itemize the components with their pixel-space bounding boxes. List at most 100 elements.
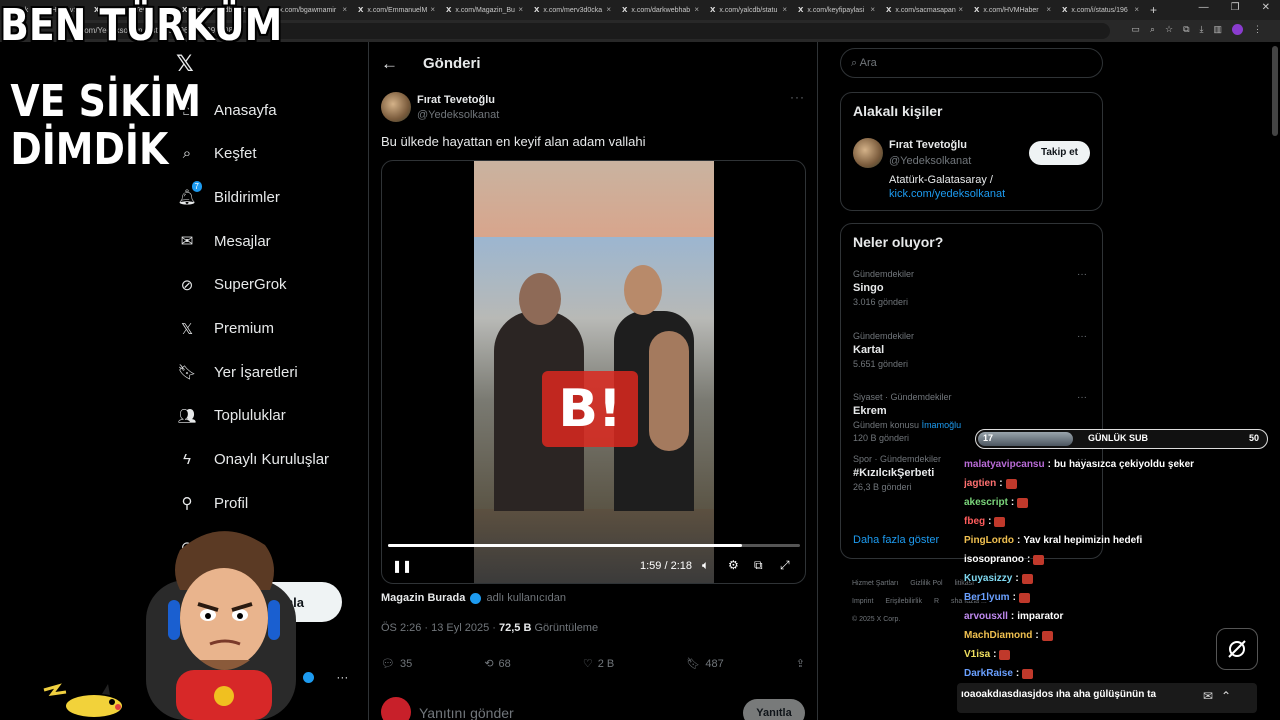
- browser-tab[interactable]: Xx.com/keyfipaylasi ×: [792, 0, 880, 20]
- chat-username[interactable]: fbeg: [964, 516, 985, 527]
- compose-message-icon[interactable]: ✉: [1203, 689, 1213, 703]
- chat-username[interactable]: Ber1lyum: [964, 592, 1010, 603]
- account-more-icon[interactable]: ···: [336, 670, 348, 684]
- like-action[interactable]: ♡ 2 B: [583, 657, 614, 671]
- reply-action[interactable]: 💬︎ 35: [381, 657, 412, 671]
- browser-tab[interactable]: Xx.com/EmmanuelM ×: [352, 0, 440, 20]
- sidebar-item-4[interactable]: ⊘ SuperGrok: [176, 270, 287, 300]
- author-avatar[interactable]: [381, 92, 411, 122]
- tab-close-icon[interactable]: ×: [430, 5, 435, 14]
- volume-icon[interactable]: 🔈︎: [702, 558, 709, 573]
- chat-username[interactable]: PingLordo: [964, 535, 1014, 546]
- browser-tab[interactable]: Xx.com/merv3d0cka ×: [528, 0, 616, 20]
- tab-close-icon[interactable]: ×: [782, 5, 787, 14]
- back-arrow-icon[interactable]: ←: [381, 54, 398, 74]
- tab-close-icon[interactable]: ×: [518, 5, 523, 14]
- bookmark-action[interactable]: 🔖︎ 487: [686, 657, 723, 671]
- chat-username[interactable]: DarkRaise: [964, 668, 1013, 679]
- related-handle[interactable]: @Yedeksolkanat: [889, 155, 971, 167]
- show-more-link[interactable]: Daha fazla göster: [853, 534, 939, 546]
- share-icon[interactable]: ⇪: [796, 657, 805, 670]
- source-name[interactable]: Magazin Burada: [381, 592, 465, 604]
- tab-close-icon[interactable]: ×: [870, 5, 875, 14]
- chat-username[interactable]: Kuyasizzy: [964, 573, 1012, 584]
- browser-tab[interactable]: Xx.com/sacmasapan ×: [880, 0, 968, 20]
- trend-more-icon[interactable]: ···: [1077, 331, 1087, 342]
- chat-username[interactable]: malatyavipcansu: [964, 459, 1045, 470]
- footer-link[interactable]: © 2025 X Corp.: [852, 616, 900, 623]
- tab-close-icon[interactable]: ×: [958, 5, 963, 14]
- browser-profile-avatar[interactable]: [1232, 24, 1243, 35]
- chat-username[interactable]: arvousxll: [964, 611, 1008, 622]
- tab-close-icon[interactable]: ×: [606, 5, 611, 14]
- footer-link[interactable]: Imprint: [852, 598, 873, 605]
- close-window-icon[interactable]: ✕: [1262, 2, 1270, 13]
- author-handle[interactable]: @Yedeksolkanat: [417, 109, 499, 121]
- repost-action[interactable]: ⟲ 68: [484, 657, 510, 671]
- star-icon[interactable]: ☆: [1165, 24, 1173, 35]
- browser-tab[interactable]: Xx.com/i/status/196 ×: [1056, 0, 1144, 20]
- tab-close-icon[interactable]: ×: [1134, 5, 1139, 14]
- browser-tab[interactable]: Xx.com/darkwebhab ×: [616, 0, 704, 20]
- author-name[interactable]: Fırat Tevetoğlu: [417, 94, 495, 106]
- grok-fab-icon[interactable]: [1216, 628, 1258, 670]
- minimize-icon[interactable]: —: [1199, 2, 1209, 13]
- sidebar-icon[interactable]: ▥: [1213, 24, 1222, 35]
- footer-link[interactable]: R: [934, 598, 939, 605]
- sidebar-item-6[interactable]: 🔖︎ Yer İşaretleri: [176, 357, 297, 387]
- post-more-icon[interactable]: ···: [790, 90, 805, 104]
- related-name[interactable]: Fırat Tevetoğlu: [889, 139, 967, 151]
- trend-topic-link[interactable]: İmamoğlu: [922, 420, 962, 430]
- tab-close-icon[interactable]: ×: [342, 5, 347, 14]
- new-tab-icon[interactable]: +: [1150, 3, 1157, 17]
- video-progress-bar[interactable]: [388, 544, 800, 547]
- related-bio-link[interactable]: kick.com/yedeksolkanat: [889, 187, 1005, 201]
- sidebar-item-3[interactable]: ✉ Mesajlar: [176, 226, 271, 256]
- cast-icon[interactable]: ▭: [1131, 24, 1140, 35]
- footer-link[interactable]: Hizmet Şartları: [852, 580, 898, 587]
- expand-up-icon[interactable]: ⌃: [1221, 689, 1231, 703]
- footer-link[interactable]: Erişilebilirlik: [885, 598, 922, 605]
- footer-link[interactable]: Gizlilik Pol: [910, 580, 942, 587]
- fullscreen-icon[interactable]: ⤢: [780, 558, 790, 573]
- browser-tab[interactable]: Xx.com/yalcdb/statu ×: [704, 0, 792, 20]
- chat-input[interactable]: ıoaoakdıasdıasjdos ıha aha gülüşünün ta …: [957, 683, 1257, 713]
- video-frame[interactable]: B!: [474, 161, 714, 583]
- chat-username[interactable]: V1isa: [964, 649, 990, 660]
- video-player[interactable]: B! ❚❚ 1:59 / 2:18 🔈︎ ⚙ ⧉ ⤢: [381, 160, 806, 584]
- post-timestamp[interactable]: ÖS 2:26 · 13 Eyl 2025 ·: [381, 622, 496, 634]
- sidebar-item-9[interactable]: ⚲ Profil: [176, 488, 249, 518]
- extensions-icon[interactable]: ⧉: [1183, 24, 1189, 35]
- pip-icon[interactable]: ⧉: [754, 558, 763, 573]
- tab-close-icon[interactable]: ×: [694, 5, 699, 14]
- chat-username[interactable]: jagtien: [964, 478, 996, 489]
- chat-username[interactable]: MachDiamond: [964, 630, 1032, 641]
- sidebar-item-8[interactable]: ϟ Onaylı Kuruluşlar: [176, 445, 329, 475]
- pause-icon[interactable]: ❚❚: [392, 559, 412, 573]
- related-avatar[interactable]: [853, 138, 883, 168]
- maximize-icon[interactable]: ❐: [1231, 2, 1240, 13]
- chat-username[interactable]: isosopranoo: [964, 554, 1024, 565]
- chat-username[interactable]: akescript: [964, 497, 1008, 508]
- tab-close-icon[interactable]: ×: [1046, 5, 1051, 14]
- window-controls[interactable]: — ❐ ✕: [1199, 2, 1270, 13]
- download-icon[interactable]: ⤓: [1200, 24, 1204, 35]
- reply-input[interactable]: Yanıtını gönder: [419, 705, 514, 720]
- trend-item[interactable]: Gündemdekiler Singo 3.016 gönderi ···: [853, 269, 1091, 307]
- sidebar-item-7[interactable]: 👥︎ Topluluklar: [176, 401, 285, 431]
- follow-button[interactable]: Takip et: [1028, 141, 1090, 165]
- browser-tab[interactable]: Xx.com/HVMHaber ×: [968, 0, 1056, 20]
- trend-item[interactable]: Gündemdekiler Kartal 5.651 gönderi ···: [853, 331, 1091, 369]
- sidebar-item-5[interactable]: 𝕏 Premium: [176, 314, 274, 344]
- settings-icon[interactable]: ⚙: [728, 558, 739, 572]
- trend-more-icon[interactable]: ···: [1077, 392, 1087, 403]
- page-scrollbar[interactable]: [1272, 46, 1278, 136]
- reply-button[interactable]: Yanıtla: [743, 699, 805, 720]
- browser-tab[interactable]: Xx.com/Magazin_Bu ×: [440, 0, 528, 20]
- sidebar-item-2[interactable]: 🔔︎ 7 Bildirimler: [176, 181, 280, 212]
- search-input[interactable]: ⌕ Ara: [840, 48, 1103, 78]
- trend-more-icon[interactable]: ···: [1077, 269, 1087, 280]
- video-source[interactable]: Magazin Burada adlı kullanıcıdan: [381, 592, 566, 604]
- menu-icon[interactable]: ⋮: [1253, 24, 1262, 35]
- zoom-icon[interactable]: ⌕: [1150, 24, 1155, 35]
